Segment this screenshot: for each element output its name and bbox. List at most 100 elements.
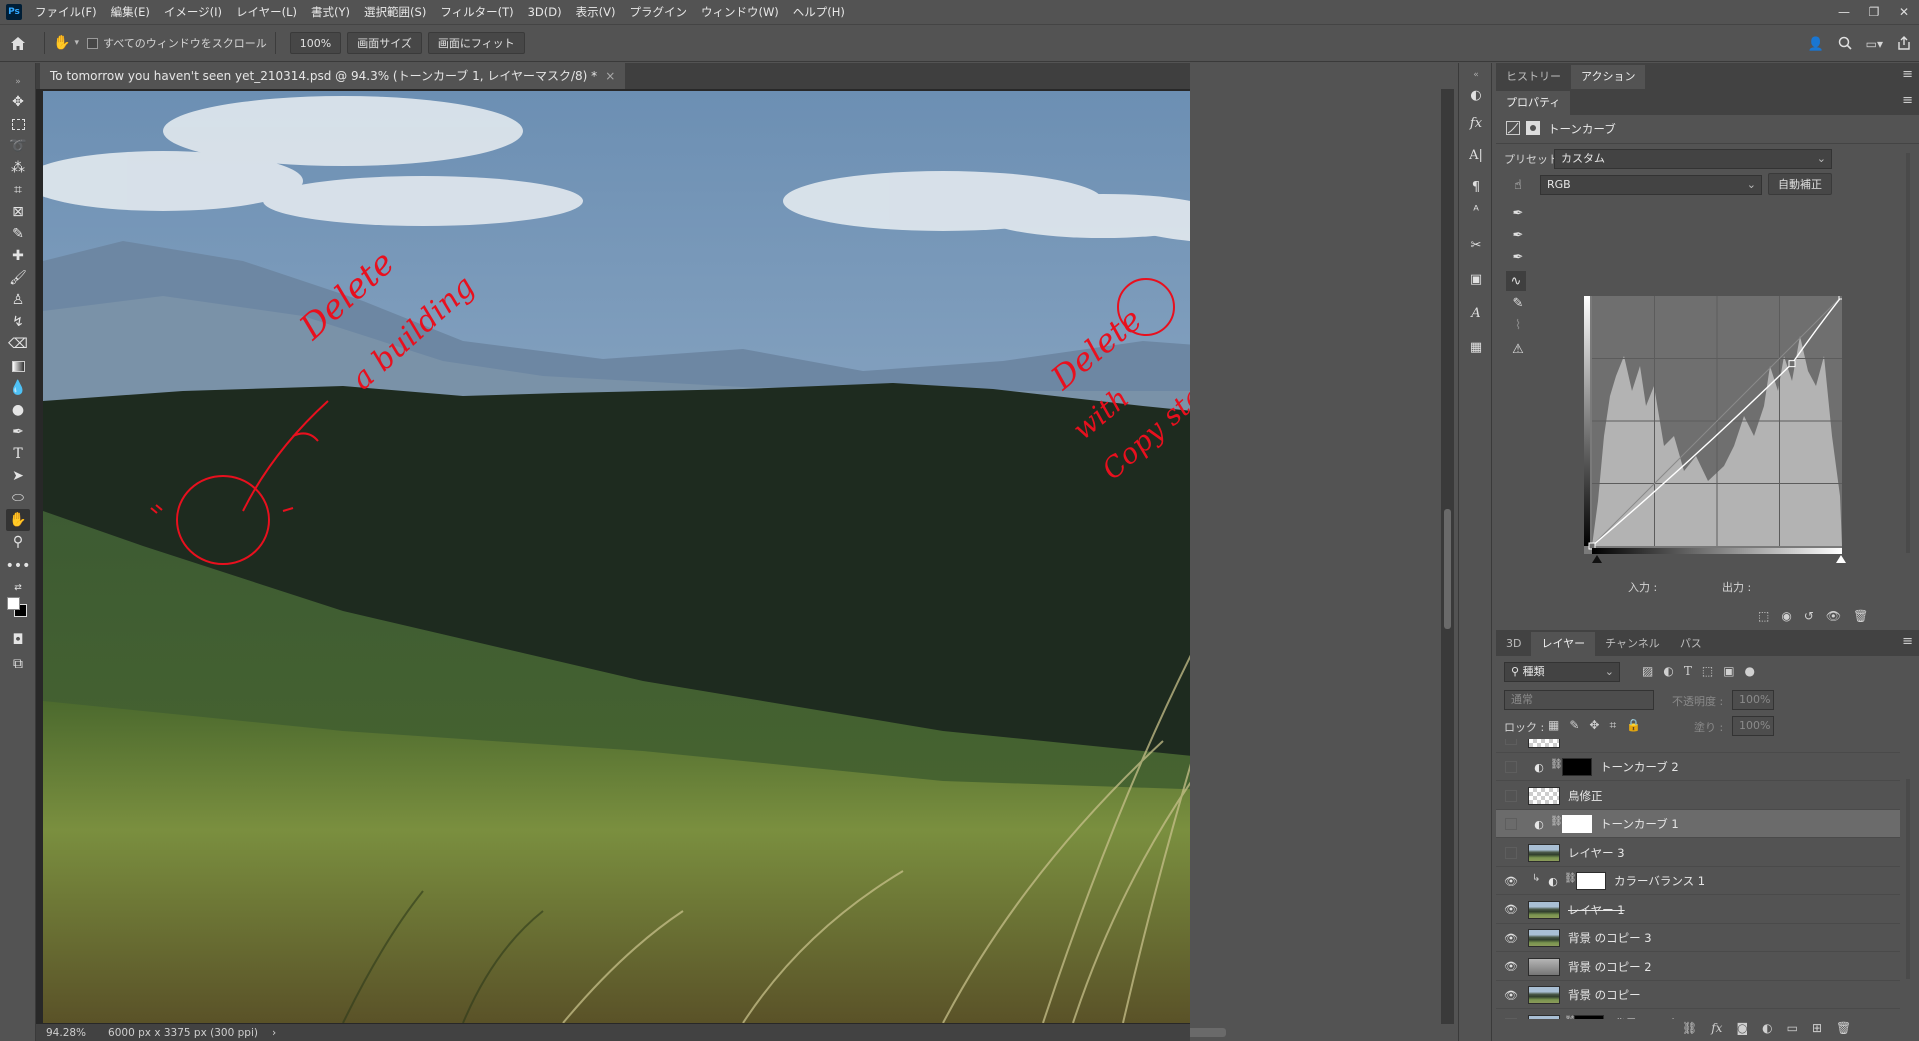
panel-menu-icon[interactable]: ≡ (1902, 67, 1913, 82)
eye-icon[interactable]: 👁 (1504, 960, 1518, 974)
properties-menu-icon[interactable]: ≡ (1902, 93, 1913, 108)
curve-control-point[interactable] (1788, 360, 1796, 368)
reset-icon[interactable]: ↺ (1804, 609, 1814, 623)
layer-row[interactable]: 👁 背景 のコピー (1496, 981, 1900, 1009)
frame-tool-icon[interactable]: ⊠ (6, 201, 30, 223)
link-layers-icon[interactable]: ⛓ (1682, 1021, 1697, 1035)
shape-filter-icon[interactable]: ⬚ (1702, 664, 1713, 678)
more-tools-icon[interactable]: ••• (6, 555, 31, 577)
layer-mask-thumbnail[interactable] (1562, 815, 1592, 833)
lock-position-icon[interactable]: ✥ (1589, 718, 1599, 733)
white-input-slider[interactable] (1836, 555, 1846, 563)
eyedropper-tool-icon[interactable]: ✎ (6, 223, 30, 245)
layer-mask-thumbnail[interactable] (1574, 1014, 1604, 1019)
swatches-icon[interactable]: ▦ (1466, 337, 1486, 357)
paragraph-icon[interactable]: ¶ (1466, 177, 1486, 197)
brush-tool-icon[interactable]: 🖌 (6, 267, 30, 289)
tab-layers[interactable]: レイヤー (1531, 632, 1596, 656)
hand-tool-icon[interactable]: ✋ (6, 509, 30, 531)
adjustments-icon[interactable]: ◐ (1466, 85, 1486, 105)
layers-scrollbar[interactable] (1904, 739, 1912, 1009)
visibility-toggle[interactable] (1505, 789, 1517, 802)
scroll-thumb[interactable] (1444, 509, 1451, 629)
layer-row[interactable]: ⛓背景 のコピー 4 (1496, 1010, 1900, 1019)
close-document-icon[interactable]: × (605, 69, 615, 83)
preset-select[interactable]: カスタム ⌄ (1554, 149, 1832, 169)
gradient-tool-icon[interactable] (6, 355, 30, 377)
layer-mask-thumbnail[interactable] (1576, 872, 1606, 890)
menu-3d[interactable]: 3D(D) (521, 0, 569, 24)
zoom-level[interactable]: 94.28% (46, 1027, 86, 1039)
magic-wand-tool-icon[interactable]: ⁂ (6, 157, 30, 179)
move-tool-icon[interactable]: ✥ (6, 91, 30, 113)
type-tool-icon[interactable]: T (6, 443, 30, 465)
pixel-filter-icon[interactable]: ▨ (1642, 664, 1653, 678)
tools-presets-icon[interactable]: ✂ (1466, 235, 1486, 255)
lasso-tool-icon[interactable]: ➰ (6, 135, 30, 157)
search-icon[interactable] (1838, 36, 1852, 53)
layer-thumbnail[interactable] (1528, 786, 1560, 805)
healing-brush-tool-icon[interactable]: ✚ (6, 245, 30, 267)
fill-input[interactable]: 100% (1732, 716, 1774, 736)
visibility-toggle[interactable] (1505, 1017, 1517, 1019)
pen-tool-icon[interactable]: ✒ (6, 421, 30, 443)
layer-thumbnail[interactable] (1528, 843, 1560, 862)
clone-stamp-tool-icon[interactable]: ♙ (6, 289, 30, 311)
filter-toggle-icon[interactable]: ● (1745, 664, 1755, 678)
collapse-panels-icon[interactable]: « (1466, 65, 1486, 85)
smooth-curve-icon[interactable]: ⌇ (1508, 315, 1528, 335)
menu-plugins[interactable]: プラグイン (622, 0, 694, 24)
layer-row-partial[interactable] (1496, 739, 1900, 753)
menu-edit[interactable]: 編集(E) (104, 0, 157, 24)
layer-row[interactable]: レイヤー 3 (1496, 839, 1900, 867)
character-icon[interactable]: A| (1466, 145, 1486, 165)
menu-image[interactable]: イメージ(I) (157, 0, 229, 24)
visibility-toggle[interactable] (1505, 761, 1517, 773)
layer-row[interactable]: 👁 レイヤー 1 (1496, 896, 1900, 924)
ellipse-tool-icon[interactable]: ⬭ (6, 487, 30, 509)
menu-select[interactable]: 選択範囲(S) (357, 0, 433, 24)
blend-mode-select[interactable]: 通常 (1504, 690, 1654, 710)
tab-history[interactable]: ヒストリー (1496, 65, 1571, 89)
layer-thumbnail[interactable] (1528, 986, 1560, 1004)
share-icon[interactable] (1897, 35, 1911, 53)
minimize-button[interactable]: — (1829, 0, 1859, 24)
marquee-tool-icon[interactable] (6, 113, 30, 135)
glyphs-icon[interactable]: ᴬ (1466, 201, 1486, 221)
crop-tool-icon[interactable]: ⌗ (6, 179, 30, 201)
visibility-toggle[interactable] (1505, 846, 1517, 859)
document-tab[interactable]: To tomorrow you haven't seen yet_210314.… (40, 63, 626, 89)
dodge-tool-icon[interactable]: ● (6, 399, 30, 421)
workspace-icon[interactable]: ▭▾ (1866, 37, 1883, 51)
lock-all-icon[interactable]: 🔒 (1626, 718, 1641, 733)
add-mask-icon[interactable]: ◙ (1736, 1021, 1748, 1035)
auto-button[interactable]: 自動補正 (1768, 173, 1832, 195)
fit-screen-button[interactable]: 画面にフィット (427, 32, 525, 54)
foreground-color-swatch[interactable] (7, 597, 20, 610)
eye-icon[interactable]: 👁 (1504, 988, 1518, 1002)
photoshop-logo-icon[interactable]: Ps (6, 4, 22, 20)
black-input-slider[interactable] (1592, 555, 1602, 563)
curve-control-point[interactable] (1838, 296, 1842, 300)
channel-select[interactable]: RGB ⌄ (1540, 175, 1762, 195)
styles-icon[interactable]: fx (1466, 113, 1486, 133)
adjustment-filter-icon[interactable]: ◐ (1663, 664, 1673, 678)
layer-row[interactable]: 👁 ↳ ◐ ⛓ カラーバランス 1 (1496, 867, 1900, 895)
screen-size-button[interactable]: 画面サイズ (347, 32, 422, 54)
mask-link-icon[interactable]: ⛓ (1564, 873, 1577, 884)
hand-tool-preset-icon[interactable]: ✋ ▾ (53, 35, 79, 51)
scroll-all-windows-checkbox[interactable]: すべてのウィンドウをスクロール (86, 35, 267, 51)
libraries-icon[interactable]: ▣ (1466, 269, 1486, 289)
delete-layer-icon[interactable]: 🗑 (1836, 1021, 1851, 1035)
eye-icon[interactable]: 👁 (1504, 874, 1518, 888)
path-selection-tool-icon[interactable]: ➤ (6, 465, 30, 487)
lock-artboard-icon[interactable]: ⌗ (1609, 718, 1616, 733)
properties-scrollbar[interactable] (1904, 153, 1912, 603)
pencil-mode-icon[interactable]: ✎ (1508, 293, 1528, 313)
layer-thumbnail[interactable] (1528, 900, 1560, 919)
canvas-vertical-scrollbar[interactable] (1441, 89, 1454, 1024)
blur-tool-icon[interactable]: 💧 (6, 377, 30, 399)
opacity-input[interactable]: 100% (1732, 690, 1774, 710)
layer-mask-thumbnail[interactable] (1562, 758, 1592, 776)
delete-adjustment-icon[interactable]: 🗑 (1853, 609, 1868, 623)
